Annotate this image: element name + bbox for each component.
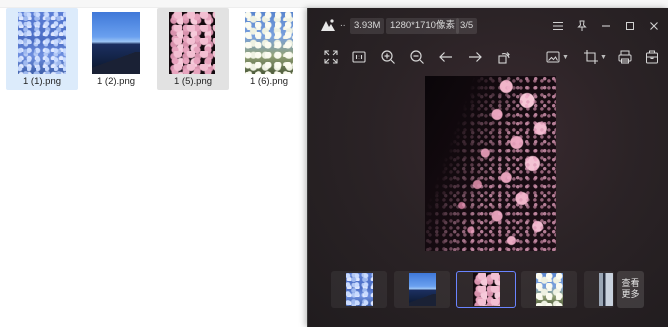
thumb-image [536,273,563,306]
file-thumbnail [245,12,293,74]
file-size-badge: 3.93M [350,18,385,34]
thumb-image [473,273,500,306]
file-thumbnail [169,12,215,74]
filmstrip-thumb-2[interactable] [394,271,450,308]
file-name: 1 (1).png [22,76,62,87]
pin-icon[interactable] [572,16,592,36]
view-more-button[interactable]: 查看 更多 [617,271,644,308]
viewer-titlebar[interactable]: .. 3.93M 1280*1710像素 3/5 [308,8,668,42]
thumb-image [409,273,436,306]
maximize-icon[interactable] [620,16,640,36]
thumb-image [599,273,613,306]
menu-icon[interactable] [548,16,568,36]
file-item-1[interactable]: 1 (1).png [6,8,78,90]
main-image[interactable] [425,76,556,251]
crop-icon[interactable]: ▼ [582,47,608,67]
file-item-2[interactable]: 1 (2).png [80,8,152,90]
viewer-toolbar: ▼ ▼ [308,44,668,70]
view-more-label: 查看 更多 [621,278,640,299]
image-viewer-window: .. 3.93M 1280*1710像素 3/5 ▼ ▼ 查看 更多 [307,8,668,327]
next-icon[interactable] [465,47,485,67]
file-item-3[interactable]: 1 (5).png [157,8,229,90]
fullscreen-icon[interactable] [321,47,341,67]
close-icon[interactable] [644,16,664,36]
filmstrip-thumb-1[interactable] [331,271,387,308]
explorer-header-strip [0,0,668,8]
zoom-in-icon[interactable] [378,47,398,67]
previous-icon[interactable] [436,47,456,67]
original-size-icon[interactable] [349,47,369,67]
image-edit-icon[interactable]: ▼ [544,47,570,67]
filmstrip: 查看 更多 [308,268,668,312]
file-item-4[interactable]: 1 (6).png [233,8,305,90]
filmstrip-thumb-4[interactable] [521,271,577,308]
file-thumbnail [18,12,66,74]
file-name: 1 (5).png [173,76,213,87]
resolution-badge: 1280*1710像素 [386,18,459,34]
filmstrip-thumb-5[interactable] [584,271,614,308]
title-ellipsis: .. [340,18,346,29]
image-position-badge: 3/5 [456,18,478,34]
file-name: 1 (2).png [96,76,136,87]
save-icon[interactable] [642,47,662,67]
image-texture [425,76,556,251]
file-thumbnail [92,12,140,74]
app-logo-icon [321,19,335,31]
file-name: 1 (6).png [249,76,289,87]
filmstrip-thumb-3-current[interactable] [456,271,516,308]
print-icon[interactable] [615,47,635,67]
zoom-out-icon[interactable] [407,47,427,67]
minimize-icon[interactable] [596,16,616,36]
rotate-icon[interactable] [494,47,514,67]
screen: 1 (1).png 1 (2).png 1 (5).png 1 (6).png … [0,0,668,327]
thumb-image [346,273,373,306]
